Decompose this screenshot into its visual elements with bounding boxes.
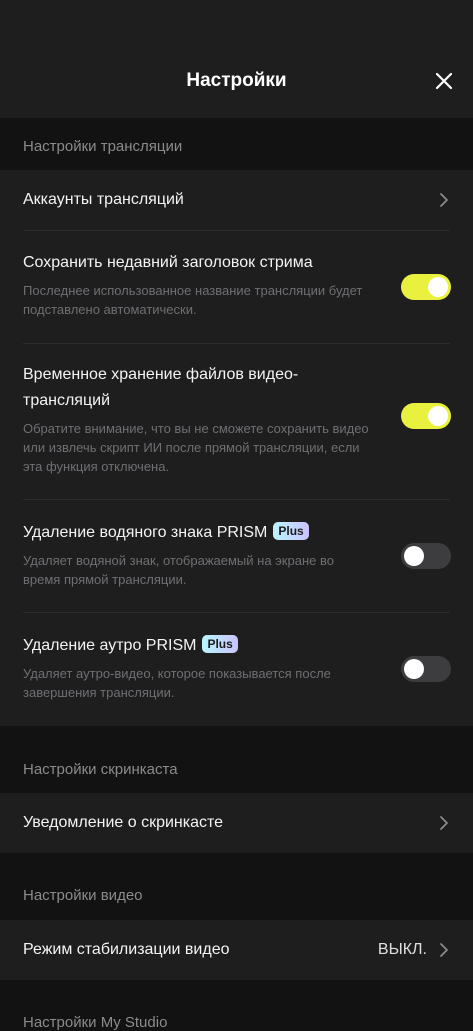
outro-removal-label: Удаление аутро PRISM Plus [23,633,238,659]
section-header-video: Настройки видео [0,853,473,920]
toggle-knob [428,277,448,297]
temp-storage-row: Временное хранение файлов видео-трансляц… [0,344,473,499]
toggle-knob [404,659,424,679]
watermark-removal-row: Удаление водяного знака PRISM Plus Удаляе… [0,500,473,612]
chevron-right-icon [440,943,448,957]
section-label-screencast: Настройки скринкаста [23,761,178,778]
section-header-broadcast: Настройки трансляции [0,118,473,170]
watermark-removal-title: Удаление водяного знака PRISM [23,524,268,541]
save-recent-title-row: Сохранить недавний заголовок стрима Посл… [0,231,473,343]
temp-storage-toggle[interactable] [401,403,451,429]
video-stabilization-value: ВЫКЛ. [377,941,427,958]
page-title: Настройки [186,70,287,91]
temp-storage-label: Временное хранение файлов видео-трансляц… [23,366,299,409]
close-icon [435,72,453,90]
close-button[interactable] [430,67,458,95]
video-stabilization-row[interactable]: Режим стабилизации видео ВЫКЛ. [0,920,473,980]
screencast-notification-row[interactable]: Уведомление о скринкасте [0,793,473,853]
broadcast-settings-card: Аккаунты трансляций Сохранить недавний з… [0,170,473,726]
section-label-video: Настройки видео [23,887,143,904]
outro-removal-toggle[interactable] [401,656,451,682]
header-bar: Настройки [0,0,473,118]
section-label-my-studio: Настройки My Studio [23,1014,168,1031]
video-settings-card: Режим стабилизации видео ВЫКЛ. [0,920,473,980]
temp-storage-description: Обратите внимание, что вы не сможете сох… [23,421,369,474]
screencast-notification-title: Уведомление о скринкасте [23,814,224,831]
toggle-knob [428,406,448,426]
broadcast-accounts-row[interactable]: Аккаунты трансляций [0,170,473,230]
section-header-my-studio: Настройки My Studio [0,980,473,1031]
outro-removal-title: Удаление аутро PRISM [23,637,197,654]
plus-badge: Plus [273,522,309,540]
save-recent-title-toggle[interactable] [401,274,451,300]
screencast-settings-card: Уведомление о скринкасте [0,793,473,853]
video-stabilization-title: Режим стабилизации видео [23,941,230,958]
save-recent-title-description: Последнее использованное название трансл… [23,283,363,317]
save-recent-title-label: Сохранить недавний заголовок стрима [23,254,313,271]
broadcast-accounts-title: Аккаунты трансляций [23,191,184,208]
plus-badge: Plus [202,635,238,653]
chevron-right-icon [440,816,448,830]
section-label-broadcast: Настройки трансляции [23,138,183,155]
toggle-knob [404,546,424,566]
section-header-screencast: Настройки скринкаста [0,726,473,793]
watermark-removal-description: Удаляет водяной знак, отображаемый на эк… [23,553,334,587]
chevron-right-icon [440,193,448,207]
outro-removal-description: Удаляет аутро-видео, которое показываетс… [23,666,331,700]
watermark-removal-label: Удаление водяного знака PRISM Plus [23,520,309,546]
watermark-removal-toggle[interactable] [401,543,451,569]
outro-removal-row: Удаление аутро PRISM Plus Удаляет аутро-в… [0,613,473,726]
